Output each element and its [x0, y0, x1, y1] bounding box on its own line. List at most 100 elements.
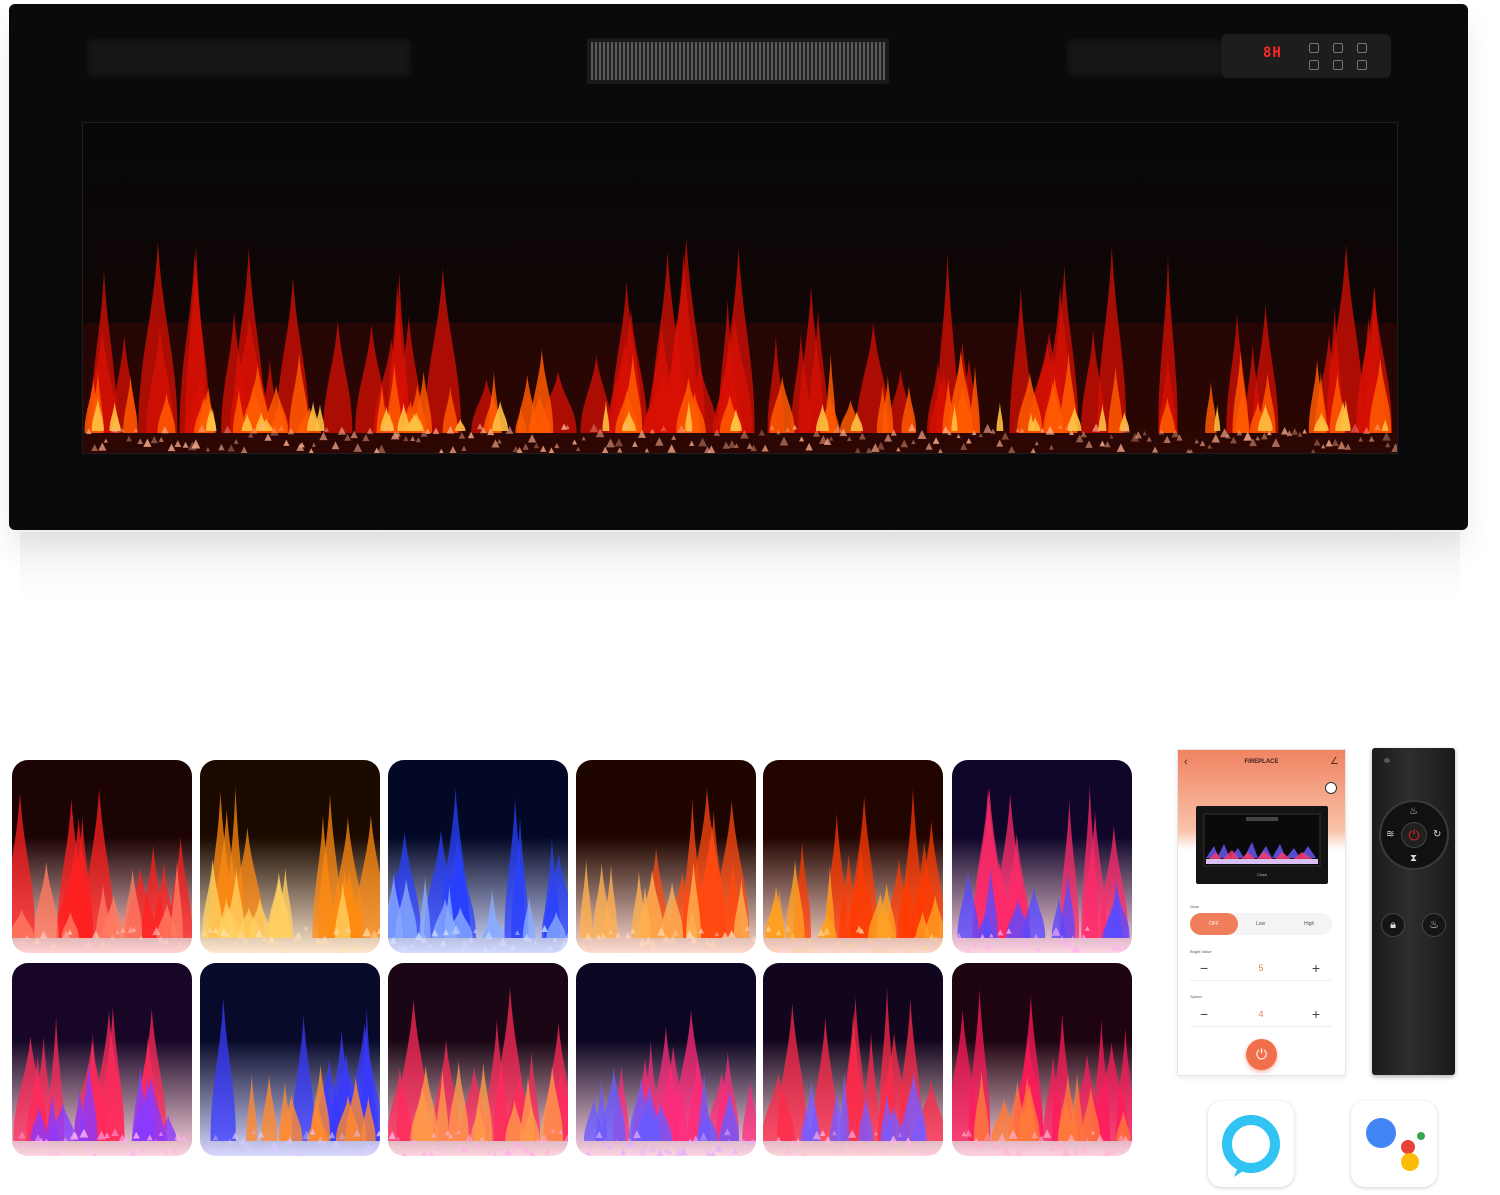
crystal — [620, 945, 629, 953]
crystal — [971, 940, 980, 948]
electric-fireplace: 8H — [9, 4, 1468, 530]
flame-preset-tile[interactable] — [200, 760, 380, 953]
crystal — [831, 948, 836, 953]
crystal — [1129, 1146, 1132, 1152]
speed-plus-button[interactable]: + — [1312, 1006, 1320, 1022]
crystal — [171, 1147, 178, 1154]
led-display: 8H — [1263, 45, 1282, 61]
crystal — [926, 1148, 933, 1155]
crystal — [44, 947, 49, 953]
flame-preset-tile[interactable] — [200, 963, 380, 1156]
phone-app: ‹ FIREPLACE ∠ Close Gear OFF Low High Br… — [1178, 750, 1345, 1075]
alexa-icon — [1208, 1101, 1294, 1187]
flame-preset-tile[interactable] — [12, 760, 192, 953]
flame — [354, 815, 380, 938]
crystal — [1002, 941, 1008, 947]
crystal — [1036, 945, 1042, 952]
flame-preset-tile[interactable] — [763, 963, 943, 1156]
crystal — [544, 1148, 551, 1154]
crystal — [577, 1138, 582, 1143]
crystal — [492, 1150, 498, 1156]
flame-preset-tile[interactable] — [763, 760, 943, 953]
crystal — [922, 944, 929, 951]
crystal — [190, 1152, 192, 1156]
cycle-icon[interactable]: ↻ — [1433, 829, 1441, 840]
crystal — [801, 944, 809, 953]
crystal — [620, 1148, 627, 1155]
crystal — [24, 1141, 29, 1146]
flame-preset-tile[interactable] — [388, 963, 568, 1156]
remote-power-icon[interactable]: ⏻ — [1402, 823, 1426, 847]
crystal — [915, 1144, 922, 1151]
flame-preset-tile[interactable] — [576, 963, 756, 1156]
crystal — [1098, 937, 1106, 945]
flame-preset-tile[interactable] — [952, 760, 1132, 953]
power-icon[interactable]: ⏻ — [1246, 1039, 1277, 1070]
crystal — [624, 932, 631, 939]
crystal — [1129, 945, 1132, 950]
crystal — [965, 946, 972, 953]
flame-icon[interactable]: ♨ — [1409, 806, 1418, 817]
crystal — [842, 942, 847, 948]
panel-heat-button[interactable] — [1357, 43, 1367, 53]
timer-icon[interactable]: ⧗ — [1410, 853, 1417, 864]
crystal — [496, 1145, 503, 1151]
edit-icon[interactable]: ∠ — [1330, 756, 1339, 767]
crystal — [492, 946, 497, 951]
panel-power-button[interactable] — [1309, 43, 1319, 53]
crystal — [14, 947, 21, 953]
crystal — [1049, 1145, 1056, 1152]
panel-color-button[interactable] — [1333, 60, 1343, 70]
remote-control: ♨ ≋ ↻ ⧗ ⏻ 🔒︎ ♨ — [1372, 748, 1455, 1075]
fire-mode-icon[interactable]: ♨ — [1423, 914, 1445, 936]
crystal — [85, 940, 92, 947]
gear-option-low[interactable]: Low — [1256, 913, 1265, 935]
crystal — [232, 941, 239, 948]
crystal — [1108, 1148, 1115, 1155]
crystal — [251, 947, 258, 953]
crystal — [503, 948, 509, 953]
crystal — [1002, 1147, 1011, 1156]
bright-plus-button[interactable]: + — [1312, 960, 1320, 976]
crystal — [872, 946, 879, 953]
crystal — [1090, 942, 1097, 949]
crystal — [475, 1142, 482, 1149]
crystal — [868, 938, 873, 943]
flame-preset-tile[interactable] — [576, 760, 756, 953]
crystal — [189, 947, 192, 952]
flame — [579, 859, 593, 938]
crystal — [299, 1150, 305, 1156]
heat-icon[interactable]: ≋ — [1386, 829, 1394, 840]
crystal — [656, 1149, 664, 1156]
flame-preset-tile[interactable] — [952, 963, 1132, 1156]
crystal — [1019, 1143, 1025, 1148]
gear-selector[interactable]: OFF Low High — [1190, 913, 1332, 935]
crystal — [200, 1148, 206, 1155]
bright-stepper: − 5 + — [1190, 960, 1332, 981]
crystal — [835, 940, 841, 946]
crystal — [932, 1149, 938, 1156]
crystal — [486, 1149, 492, 1155]
crystal — [883, 1140, 891, 1148]
crystal — [514, 1140, 522, 1148]
crystal — [49, 941, 57, 949]
flame-preset-tile[interactable] — [12, 963, 192, 1156]
crystal — [835, 1144, 845, 1154]
crystal — [735, 944, 741, 951]
remote-dial: ♨ ≋ ↻ ⧗ ⏻ — [1381, 802, 1447, 868]
crystal — [801, 1151, 806, 1156]
panel-lock-button[interactable] — [1357, 60, 1367, 70]
lock-icon[interactable]: 🔒︎ — [1382, 914, 1404, 936]
gear-option-high[interactable]: High — [1304, 913, 1314, 935]
panel-timer-button[interactable] — [1309, 60, 1319, 70]
gear-option-off[interactable]: OFF — [1190, 913, 1238, 935]
crystal — [459, 947, 465, 953]
panel-flame-button[interactable] — [1333, 43, 1343, 53]
flame-preset-tile[interactable] — [388, 760, 568, 953]
crystal — [15, 1142, 20, 1147]
crystal — [1123, 945, 1130, 952]
timer-icon[interactable] — [1325, 782, 1337, 794]
flame — [33, 861, 59, 938]
crystal — [54, 1148, 62, 1156]
crystal — [588, 1143, 593, 1148]
